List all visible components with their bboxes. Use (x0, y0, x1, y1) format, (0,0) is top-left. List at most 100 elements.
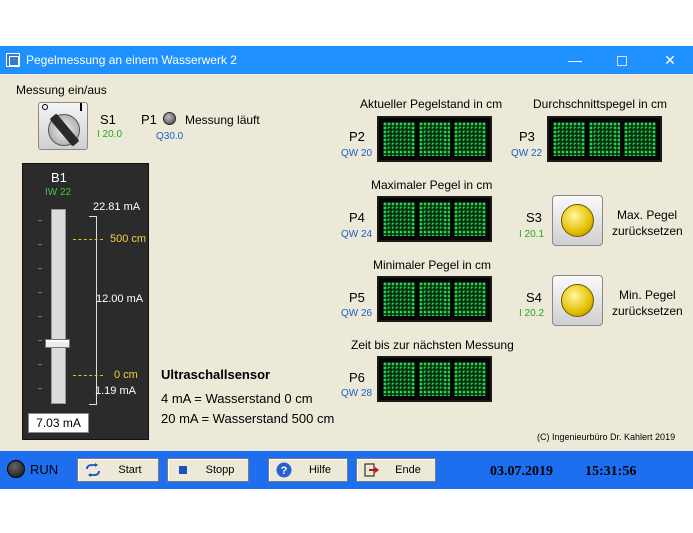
help-button-label: Hilfe (308, 464, 331, 476)
start-button[interactable]: Start (77, 458, 159, 482)
scale-tick (38, 364, 42, 365)
main-panel: Messung ein/aus S1 I 20.0 P1 Messung läu… (0, 74, 693, 451)
display-digit (383, 362, 415, 396)
lamp-p1-label: Messung läuft (185, 113, 260, 127)
rotary-switch-s1[interactable] (38, 102, 88, 150)
gauge-mid-label: 12.00 mA (96, 293, 144, 305)
button-s3-address: I 20.1 (519, 229, 545, 240)
display-p6-name: P6 (349, 370, 365, 385)
display-p3-address: QW 22 (511, 148, 543, 159)
display-digit (383, 202, 415, 236)
sensor-info-line1: 4 mA = Wasserstand 0 cm (161, 391, 313, 406)
display-digit (624, 122, 657, 156)
start-button-label: Start (118, 464, 142, 476)
button-s4-address: I 20.2 (519, 308, 545, 319)
copyright-text: (C) Ingenieurbüro Dr. Kahlert 2019 (537, 432, 676, 442)
display-digit (454, 202, 487, 236)
stop-button[interactable]: Stopp (167, 458, 249, 482)
display-p4-name: P4 (349, 210, 365, 225)
mark-low-line (73, 375, 103, 376)
scale-tick (38, 244, 42, 245)
button-s3-name: S3 (526, 210, 542, 225)
gauge-mark-high-label: 500 cm (110, 233, 147, 245)
button-s3-label-line1: Max. Pegel (617, 208, 678, 222)
button-s3-label-line2: zurücksetzen (612, 224, 683, 238)
display-digit (383, 282, 415, 316)
lamp-p1-address: Q30.0 (156, 131, 184, 142)
display-p4-caption: Maximaler Pegel in cm (371, 178, 493, 192)
scale-tick (38, 340, 42, 341)
button-s4-label-line1: Min. Pegel (619, 288, 676, 302)
gauge-b1: B1 IW 22 22.81 mA 500 cm 12.00 mA 0 cm 1… (22, 163, 149, 440)
stop-button-label: Stopp (205, 464, 235, 476)
switch-section-label: Messung ein/aus (16, 83, 107, 97)
scale-tick (38, 220, 42, 221)
display-digit (383, 122, 415, 156)
display-digit (553, 122, 585, 156)
on-mark-icon (80, 103, 82, 111)
time-display: 15:31:56 (585, 464, 637, 479)
button-s4-label-line2: zurücksetzen (612, 304, 683, 318)
display-p6 (377, 356, 492, 402)
display-digit (454, 362, 487, 396)
app-icon (6, 53, 20, 67)
minimize-button[interactable]: — (565, 50, 585, 70)
display-p3 (547, 116, 662, 162)
gauge-b1-address: IW 22 (45, 187, 72, 198)
display-p6-address: QW 28 (341, 388, 373, 399)
display-p4 (377, 196, 492, 242)
yellow-lamp-icon (561, 284, 594, 317)
gauge-max-label: 22.81 mA (93, 201, 141, 213)
title-bar[interactable]: Pegelmessung an einem Wasserwerk 2 — ✕ (0, 46, 693, 74)
button-s4-name: S4 (526, 290, 542, 305)
close-button[interactable]: ✕ (660, 50, 680, 70)
display-digit (454, 282, 487, 316)
maximize-button[interactable] (612, 50, 632, 70)
display-p3-caption: Durchschnittspegel in cm (533, 97, 668, 111)
gauge-b1-slider-track[interactable] (51, 209, 66, 404)
off-mark-icon (42, 104, 48, 110)
window-title: Pegelmessung an einem Wasserwerk 2 (26, 53, 237, 67)
display-p5 (377, 276, 492, 322)
gauge-value-display: 7.03 mA (28, 413, 89, 433)
scale-tick (38, 316, 42, 317)
gauge-min-label: 1.19 mA (95, 385, 136, 397)
switch-s1-address: I 20.0 (97, 129, 123, 140)
sensor-info-title: Ultraschallsensor (161, 367, 271, 382)
display-p5-name: P5 (349, 290, 365, 305)
display-p2-caption: Aktueller Pegelstand in cm (360, 97, 503, 111)
display-p2-address: QW 20 (341, 148, 373, 159)
display-digit (454, 122, 487, 156)
run-label: RUN (30, 462, 59, 477)
end-button-label: Ende (395, 464, 421, 476)
display-p5-address: QW 26 (341, 308, 373, 319)
end-button[interactable]: Ende (356, 458, 436, 482)
display-p3-name: P3 (519, 129, 535, 144)
rotary-knob-icon (48, 114, 80, 146)
display-p2-name: P2 (349, 129, 365, 144)
yellow-lamp-icon (561, 204, 594, 237)
reset-min-button[interactable] (552, 275, 603, 326)
scale-tick-min (89, 404, 97, 405)
gauge-b1-slider-thumb[interactable] (45, 339, 70, 349)
gauge-b1-name: B1 (51, 170, 67, 185)
display-digit (418, 282, 451, 316)
lamp-p1-name: P1 (141, 112, 157, 127)
scale-tick (38, 292, 42, 293)
date-display: 03.07.2019 (490, 464, 553, 479)
reset-max-button[interactable] (552, 195, 603, 246)
maximize-icon (617, 56, 627, 67)
mark-high-line (73, 239, 103, 240)
display-p6-caption: Zeit bis zur nächsten Messung (351, 338, 514, 352)
lamp-p1-indicator (163, 112, 176, 125)
help-button[interactable]: ? Hilfe (268, 458, 348, 482)
display-digit (418, 362, 451, 396)
display-p4-address: QW 24 (341, 229, 373, 240)
display-digit (418, 122, 451, 156)
scale-tick (38, 268, 42, 269)
scale-tick (38, 388, 42, 389)
display-digit (418, 202, 451, 236)
display-p5-caption: Minimaler Pegel in cm (373, 258, 492, 272)
footer-toolbar: RUN Start Stopp ? Hilfe Ende 03.07.2019 … (0, 451, 693, 489)
display-digit (588, 122, 621, 156)
